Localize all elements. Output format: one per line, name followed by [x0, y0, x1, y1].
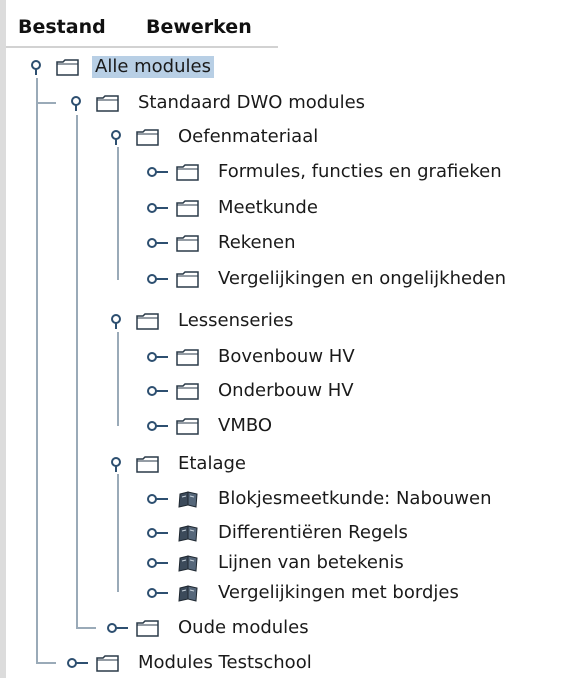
- expanded-handle-icon[interactable]: [105, 129, 127, 145]
- tree-node-oefenmateriaal[interactable]: Oefenmateriaal: [100, 122, 320, 152]
- book-icon: [178, 555, 198, 572]
- tree-line: [117, 474, 119, 592]
- collapsed-handle-icon[interactable]: [146, 585, 168, 601]
- folder-icon: [136, 129, 159, 146]
- tree-node-bovenbouw-hv[interactable]: Bovenbouw HV: [140, 342, 360, 372]
- tree-node-vergelijkingen-ongelijkheden[interactable]: Vergelijkingen en ongelijkheden: [140, 264, 570, 294]
- tree-line: [36, 78, 38, 662]
- tree-line: [36, 102, 56, 104]
- collapsed-handle-icon[interactable]: [146, 555, 168, 571]
- expanded-handle-icon[interactable]: [105, 456, 127, 472]
- tree-label: Etalage: [178, 453, 246, 474]
- tree-node-meetkunde[interactable]: Meetkunde: [140, 193, 360, 223]
- tree-label: Lessenseries: [178, 310, 294, 331]
- folder-icon: [176, 271, 199, 288]
- collapsed-handle-icon[interactable]: [146, 418, 168, 434]
- module-tree: Alle modules Standaard DWO modules Oefen…: [0, 0, 575, 678]
- tree-label: Alle modules: [92, 56, 214, 78]
- tree-label: Blokjesmeetkunde: Nabouwen: [218, 488, 492, 509]
- collapsed-handle-icon[interactable]: [146, 271, 168, 287]
- tree-label: Oude modules: [178, 617, 309, 638]
- book-icon: [178, 491, 198, 508]
- folder-icon: [96, 655, 119, 672]
- folder-icon: [176, 200, 199, 217]
- collapsed-handle-icon[interactable]: [146, 349, 168, 365]
- tree-line: [76, 115, 78, 627]
- tree-node-onderbouw-hv[interactable]: Onderbouw HV: [140, 376, 360, 406]
- tree-label: Standaard DWO modules: [138, 92, 366, 113]
- tree-line: [117, 147, 119, 280]
- tree-line: [36, 662, 56, 664]
- expanded-handle-icon[interactable]: [25, 59, 47, 75]
- folder-icon: [56, 59, 79, 76]
- tree-node-vergelijkingen-met-bordjes[interactable]: Vergelijkingen met bordjes: [140, 578, 540, 608]
- tree-label: Vergelijkingen en ongelijkheden: [218, 268, 506, 289]
- folder-icon: [176, 418, 199, 435]
- tree-label: Rekenen: [218, 232, 296, 253]
- collapsed-handle-icon[interactable]: [146, 200, 168, 216]
- folder-icon: [136, 313, 159, 330]
- collapsed-handle-icon[interactable]: [146, 525, 168, 541]
- tree-line: [117, 332, 119, 426]
- tree-node-lessenseries[interactable]: Lessenseries: [100, 306, 320, 336]
- tree-node-formules[interactable]: Formules, functies en grafieken: [140, 157, 570, 187]
- expanded-handle-icon[interactable]: [65, 95, 87, 111]
- tree-label: Lijnen van betekenis: [218, 552, 404, 573]
- folder-icon: [136, 620, 159, 637]
- tree-node-differentieren[interactable]: Differentiëren Regels: [140, 518, 500, 548]
- tree-node-oude-modules[interactable]: Oude modules: [100, 613, 360, 643]
- tree-node-etalage[interactable]: Etalage: [100, 449, 320, 479]
- collapsed-handle-icon[interactable]: [146, 383, 168, 399]
- tree-label: VMBO: [218, 415, 273, 436]
- tree-label: Meetkunde: [218, 197, 318, 218]
- tree-label: Onderbouw HV: [218, 380, 354, 401]
- book-icon: [178, 585, 198, 602]
- tree-node-modules-testschool[interactable]: Modules Testschool: [60, 648, 380, 678]
- tree-node-standaard-dwo-modules[interactable]: Standaard DWO modules: [60, 88, 440, 118]
- tree-label: Formules, functies en grafieken: [218, 161, 502, 182]
- expanded-handle-icon[interactable]: [105, 313, 127, 329]
- tree-node-rekenen[interactable]: Rekenen: [140, 228, 360, 258]
- collapsed-handle-icon[interactable]: [146, 235, 168, 251]
- tree-label: Differentiëren Regels: [218, 522, 408, 543]
- tree-label: Modules Testschool: [138, 652, 312, 673]
- collapsed-handle-icon[interactable]: [106, 620, 128, 636]
- folder-icon: [136, 456, 159, 473]
- folder-icon: [176, 235, 199, 252]
- book-icon: [178, 525, 198, 542]
- tree-node-alle-modules[interactable]: Alle modules: [20, 52, 260, 82]
- tree-line: [76, 627, 96, 629]
- tree-node-vmbo[interactable]: VMBO: [140, 411, 360, 441]
- tree-label: Bovenbouw HV: [218, 346, 355, 367]
- collapsed-handle-icon[interactable]: [146, 491, 168, 507]
- tree-node-lijnen-van-betekenis[interactable]: Lijnen van betekenis: [140, 548, 500, 578]
- tree-label: Vergelijkingen met bordjes: [218, 582, 459, 603]
- folder-icon: [96, 95, 119, 112]
- collapsed-handle-icon[interactable]: [146, 164, 168, 180]
- tree-label: Oefenmateriaal: [178, 126, 319, 147]
- tree-node-blokjesmeetkunde[interactable]: Blokjesmeetkunde: Nabouwen: [140, 484, 560, 514]
- folder-icon: [176, 349, 199, 366]
- collapsed-handle-icon[interactable]: [66, 655, 88, 671]
- folder-icon: [176, 383, 199, 400]
- folder-icon: [176, 164, 199, 181]
